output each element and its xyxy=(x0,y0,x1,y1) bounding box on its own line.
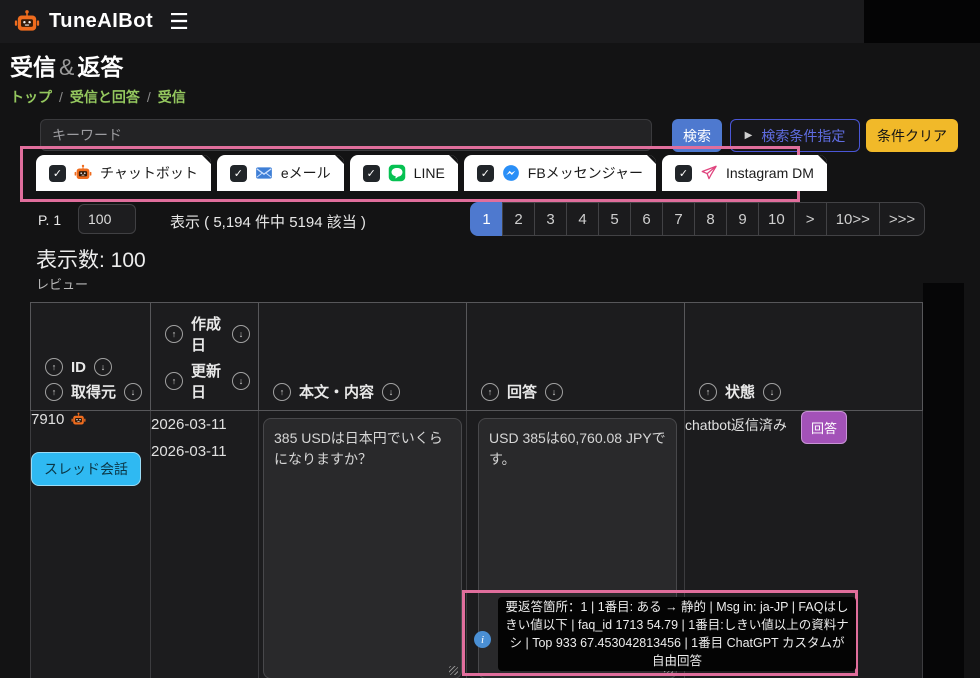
page-title: 受信&返答 xyxy=(10,48,123,82)
sort-desc-icon[interactable]: ↓ xyxy=(545,383,563,401)
page-button-3[interactable]: 3 xyxy=(534,202,567,236)
chatbot-checkbox[interactable]: ✓ xyxy=(49,165,66,182)
app-title: TuneAIBot xyxy=(49,10,153,33)
line-icon xyxy=(388,164,406,182)
page-button-10[interactable]: 10 xyxy=(758,202,795,236)
channel-chip-line[interactable]: ✓ LINE xyxy=(350,155,458,191)
jump-10-pages-button[interactable]: 10>> xyxy=(826,202,880,236)
col-header-answer: ↑回答↓ xyxy=(467,303,685,411)
review-label: レビュー xyxy=(36,274,88,293)
page-button-7[interactable]: 7 xyxy=(662,202,695,236)
robot-source-icon xyxy=(71,412,86,427)
chip-corner-notch xyxy=(818,155,827,164)
header-right-spacer xyxy=(864,0,980,43)
info-icon[interactable]: i xyxy=(474,631,491,648)
cell-dates: 2026-03-11 2026-03-11 xyxy=(151,411,259,678)
routing-info-tooltip: 要返答箇所：1 | 1番目: ある → 静的 | Msg in: ja-JP |… xyxy=(498,597,856,671)
page-button-1[interactable]: 1 xyxy=(470,202,503,236)
email-checkbox[interactable]: ✓ xyxy=(230,165,247,182)
pagination: 1 2 3 4 5 6 7 8 9 10 > 10>> >>> xyxy=(470,202,925,236)
per-page-input[interactable] xyxy=(78,204,136,234)
sort-asc-icon[interactable]: ↑ xyxy=(45,383,63,401)
chip-corner-notch xyxy=(647,155,656,164)
sort-desc-icon[interactable]: ↓ xyxy=(94,358,112,376)
instagram-dm-icon xyxy=(700,164,718,182)
app-root: TuneAIBot ☰ 受信&返答 トップ/受信と回答/受信 検索 ▶ 検索条件… xyxy=(0,0,980,678)
page-button-8[interactable]: 8 xyxy=(694,202,727,236)
expand-arrow-icon: ▶ xyxy=(745,130,753,141)
col-header-body: ↑本文・内容↓ xyxy=(259,303,467,411)
channel-chip-fb-messenger[interactable]: ✓ FBメッセンジャー xyxy=(464,155,656,191)
page-button-2[interactable]: 2 xyxy=(502,202,535,236)
clear-conditions-button[interactable]: 条件クリア xyxy=(866,119,958,152)
sort-asc-icon[interactable]: ↑ xyxy=(699,383,717,401)
table-header-row: ↑ID↓ ↑取得元↓ ↑作成日↓ ↑更新日↓ ↑本文・内容↓ ↑回答↓ ↑状態↓ xyxy=(31,303,923,411)
page-button-9[interactable]: 9 xyxy=(726,202,759,236)
updated-date: 2026-03-11 xyxy=(151,438,258,465)
col-header-dates: ↑作成日↓ ↑更新日↓ xyxy=(151,303,259,411)
results-summary: 表示 ( 5,194 件中 5194 該当 ) xyxy=(170,211,366,232)
sort-asc-icon[interactable]: ↑ xyxy=(481,383,499,401)
sort-desc-icon[interactable]: ↓ xyxy=(763,383,781,401)
reply-button[interactable]: 回答 xyxy=(801,411,847,444)
right-dark-panel xyxy=(923,283,964,678)
app-header: TuneAIBot ☰ xyxy=(0,0,864,43)
message-id: 7910 xyxy=(31,411,64,428)
chip-corner-notch xyxy=(202,155,211,164)
sort-asc-icon[interactable]: ↑ xyxy=(165,372,183,390)
breadcrumb-inbox-answer[interactable]: 受信と回答 xyxy=(70,89,140,105)
sort-asc-icon[interactable]: ↑ xyxy=(45,358,63,376)
chip-corner-notch xyxy=(335,155,344,164)
col-header-status: ↑状態↓ xyxy=(685,303,923,411)
sort-desc-icon[interactable]: ↓ xyxy=(232,325,250,343)
body-textarea[interactable]: 385 USDは日本円でいくらになりますか？ xyxy=(263,418,462,678)
display-count-label: 表示数: 100 xyxy=(36,244,146,274)
messenger-icon xyxy=(502,164,520,182)
channel-chips: ✓ チャットボット ✓ eメール ✓ LINE xyxy=(36,155,827,191)
robot-icon xyxy=(74,164,92,182)
channel-chip-instagram-dm[interactable]: ✓ Instagram DM xyxy=(662,155,827,191)
breadcrumb-top[interactable]: トップ xyxy=(10,89,52,105)
channel-chip-chatbot[interactable]: ✓ チャットボット xyxy=(36,155,211,191)
sort-desc-icon[interactable]: ↓ xyxy=(124,383,142,401)
sort-desc-icon[interactable]: ↓ xyxy=(382,383,400,401)
page-button-6[interactable]: 6 xyxy=(630,202,663,236)
email-icon xyxy=(255,164,273,182)
hamburger-menu-icon[interactable]: ☰ xyxy=(169,11,189,33)
breadcrumb-inbox[interactable]: 受信 xyxy=(158,89,186,105)
sort-asc-icon[interactable]: ↑ xyxy=(273,383,291,401)
app-logo-robot-icon xyxy=(14,9,40,35)
next-page-button[interactable]: > xyxy=(794,202,827,236)
sort-desc-icon[interactable]: ↓ xyxy=(232,372,250,390)
last-page-button[interactable]: >>> xyxy=(879,202,925,236)
breadcrumb: トップ/受信と回答/受信 xyxy=(10,87,186,107)
page-button-5[interactable]: 5 xyxy=(598,202,631,236)
channel-filter-highlight-box: ✓ チャットボット ✓ eメール ✓ LINE xyxy=(20,146,800,202)
current-page-label: P. 1 xyxy=(38,212,61,228)
cell-body: 385 USDは日本円でいくらになりますか？ xyxy=(259,411,467,678)
messenger-checkbox[interactable]: ✓ xyxy=(477,165,494,182)
thread-conversation-button[interactable]: スレッド会話 xyxy=(31,452,141,486)
cell-id: 7910 スレッド会話 xyxy=(31,411,151,678)
created-date: 2026-03-11 xyxy=(151,411,258,438)
line-checkbox[interactable]: ✓ xyxy=(363,165,380,182)
channel-chip-email[interactable]: ✓ eメール xyxy=(217,155,344,191)
page-button-4[interactable]: 4 xyxy=(566,202,599,236)
status-badge: chatbot返信済み xyxy=(685,411,787,435)
instagram-checkbox[interactable]: ✓ xyxy=(675,165,692,182)
col-header-id-source: ↑ID↓ ↑取得元↓ xyxy=(31,303,151,411)
chip-corner-notch xyxy=(449,155,458,164)
sort-asc-icon[interactable]: ↑ xyxy=(165,325,183,343)
